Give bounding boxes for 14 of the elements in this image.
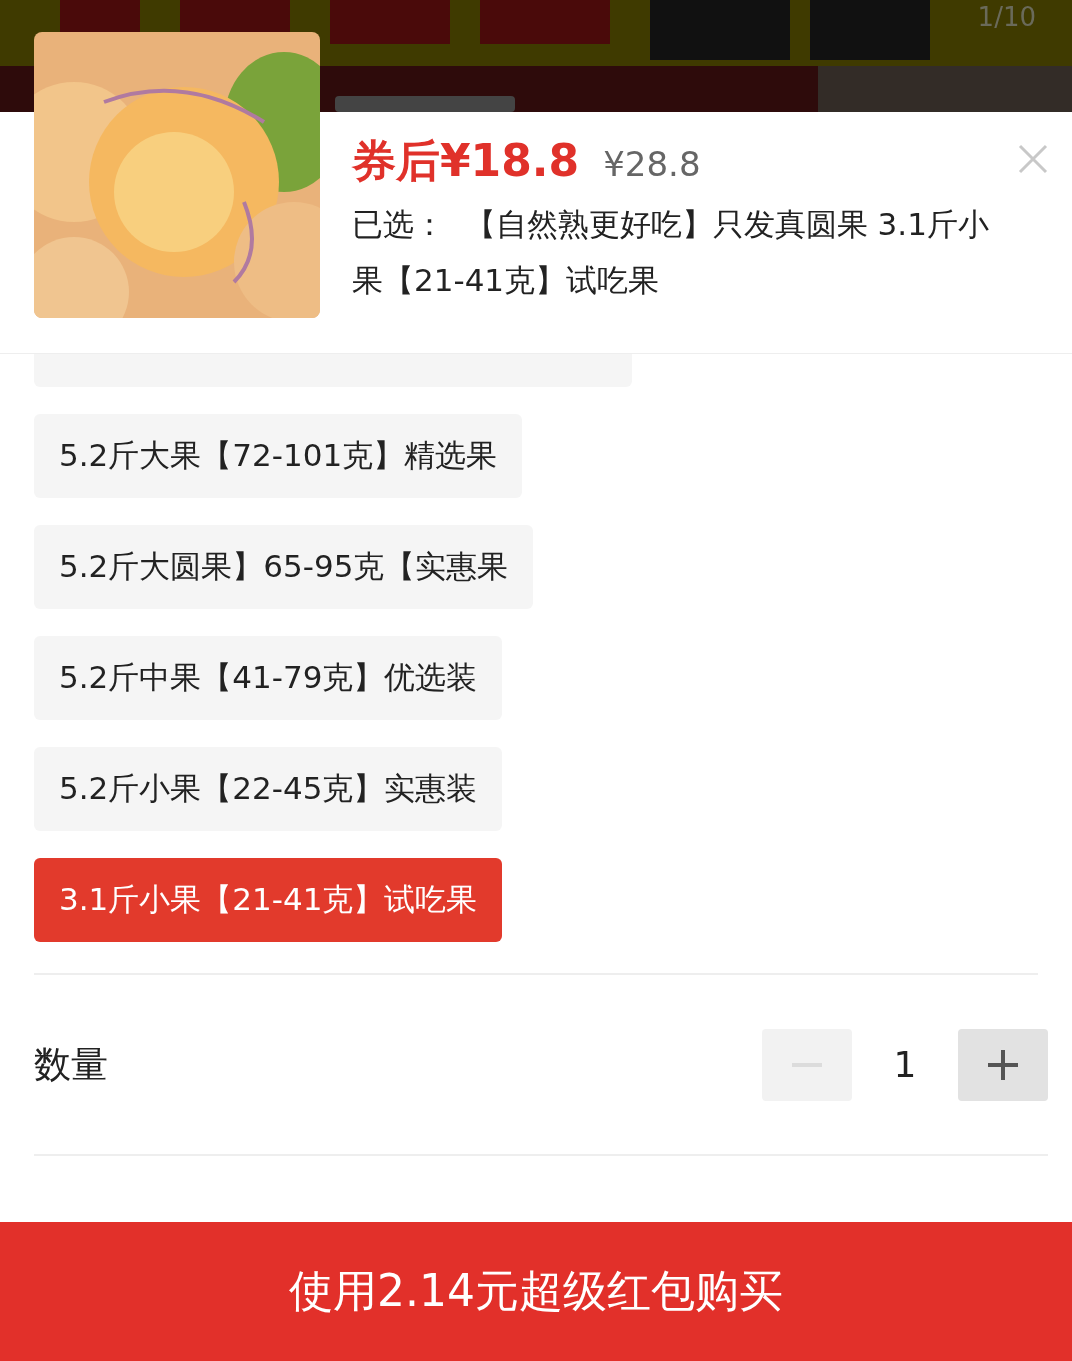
quantity-value: 1 <box>892 1044 918 1085</box>
close-icon[interactable] <box>1018 144 1048 174</box>
original-price: ¥28.8 <box>603 144 701 184</box>
option-button[interactable]: 3.1斤小果【21-41克】试吃果 <box>34 858 503 942</box>
option-button[interactable]: 5.2斤大果【72-101克】精选果 <box>34 414 523 498</box>
increase-button[interactable] <box>958 1028 1048 1101</box>
option-button[interactable]: 5.2斤小果【22-45克】实惠装 <box>34 747 503 831</box>
plus-icon <box>988 1049 1018 1080</box>
option-button[interactable]: 5.2斤中果【41-79克】优选装 <box>34 636 503 720</box>
option-button[interactable]: 5.2斤大圆果】65-95克【实惠果 <box>34 525 534 609</box>
selected-variant-text: 已选： 【自然熟更好吃】只发真圆果 3.1斤小果【21-41克】试吃果 <box>352 205 990 300</box>
buy-button[interactable]: 使用2.14元超级红包购买 <box>0 1222 1072 1361</box>
quantity-label: 数量 <box>34 1041 108 1088</box>
coupon-price: 券后¥18.8 <box>352 134 580 188</box>
